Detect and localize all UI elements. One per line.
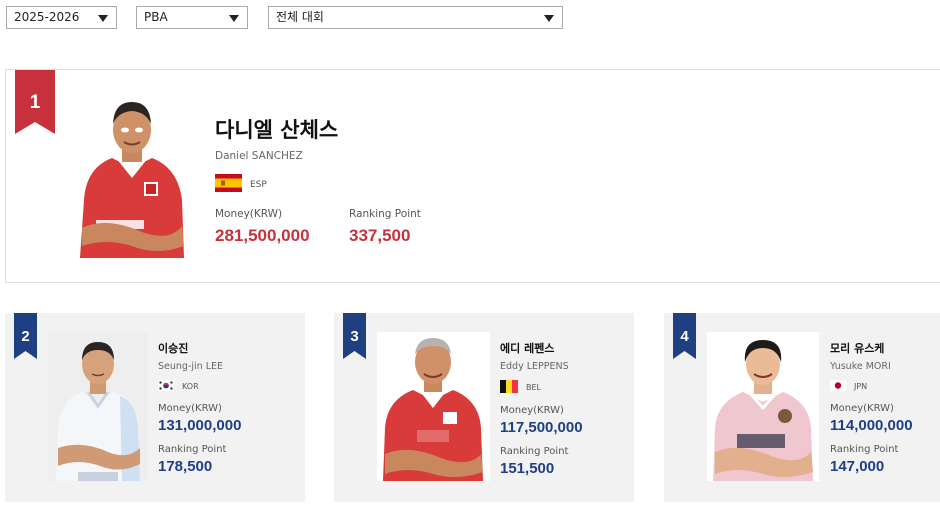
- points-label: Ranking Point: [158, 444, 227, 455]
- money-label: Money(KRW): [500, 405, 564, 416]
- country-code: ESP: [250, 179, 267, 190]
- player-info: 모리 유스케 Yusuke MORI JPN Money(KRW) 114,00…: [830, 340, 913, 475]
- points-value: 147,000: [830, 458, 885, 475]
- money-value: 131,000,000: [158, 417, 242, 434]
- money-label: Money(KRW): [215, 208, 283, 220]
- player-name-ko: 다니엘 산체스: [215, 118, 339, 142]
- season-select-value: 2025-2026: [14, 10, 80, 24]
- country-code: JPN: [854, 382, 868, 391]
- points-value: 151,500: [500, 460, 555, 477]
- player-info: 다니엘 산체스 Daniel SANCHEZ ESP Money(KRW) 28…: [215, 114, 483, 246]
- points-label: Ranking Point: [349, 208, 421, 220]
- player-name-en: Seung-jin LEE: [158, 361, 223, 372]
- league-select[interactable]: PBA: [136, 6, 248, 29]
- player-name-ko: 이승진: [158, 342, 189, 355]
- points-stat: Ranking Point 337,500: [349, 208, 483, 246]
- tournament-select-value: 전체 대회: [276, 10, 324, 24]
- money-value: 281,500,000: [215, 226, 310, 245]
- japan-flag-icon: [830, 380, 846, 393]
- chevron-down-icon: [229, 15, 239, 22]
- chevron-down-icon: [544, 15, 554, 22]
- country-code: BEL: [526, 383, 541, 392]
- rank-2-card[interactable]: 2 이승진 Seung-jin LEE KOR Money(KRW) 131,0…: [5, 313, 305, 502]
- player-photo: [48, 332, 148, 481]
- belgium-flag-icon: [500, 380, 518, 395]
- rank-1-card[interactable]: 1 다니엘 산체스 Daniel SANCHEZ ESP Money(KRW) …: [5, 69, 940, 283]
- rank-number: 3: [350, 328, 359, 345]
- player-photo: [76, 96, 188, 258]
- country-code: KOR: [182, 382, 199, 391]
- player-name-ko: 에디 레펜스: [500, 342, 555, 355]
- rank-4-card[interactable]: 4 모리 유스케 Yusuke MORI JPN Money(KRW) 114,…: [664, 313, 940, 502]
- rank-badge: 2: [14, 313, 37, 359]
- league-select-value: PBA: [144, 10, 168, 24]
- nationality: ESP: [215, 174, 483, 195]
- player-name-en: Yusuke MORI: [830, 361, 891, 372]
- player-photo: [707, 332, 819, 481]
- money-stat: Money(KRW) 281,500,000: [215, 208, 349, 246]
- player-info: 이승진 Seung-jin LEE KOR Money(KRW) 131,000…: [158, 340, 241, 475]
- rank-number: 2: [21, 328, 30, 345]
- korea-flag-icon: [158, 380, 174, 393]
- money-value: 114,000,000: [830, 417, 913, 434]
- player-name-ko: 모리 유스케: [830, 342, 885, 355]
- rank-badge: 3: [343, 313, 366, 359]
- spain-flag-icon: [215, 174, 242, 195]
- rank-number: 4: [680, 328, 689, 345]
- money-label: Money(KRW): [158, 403, 222, 414]
- money-value: 117,500,000: [500, 419, 583, 436]
- points-label: Ranking Point: [500, 446, 569, 457]
- rank-badge: 1: [15, 70, 55, 134]
- rank-3-card[interactable]: 3 에디 레펜스 Eddy LEPPENS BEL Money(KRW) 117…: [334, 313, 634, 502]
- chevron-down-icon: [98, 15, 108, 22]
- tournament-select[interactable]: 전체 대회: [268, 6, 563, 29]
- season-select[interactable]: 2025-2026: [6, 6, 117, 29]
- points-label: Ranking Point: [830, 444, 899, 455]
- nationality: KOR: [158, 380, 241, 393]
- nationality: BEL: [500, 380, 583, 395]
- points-value: 178,500: [158, 458, 213, 475]
- player-stats: Money(KRW) 281,500,000 Ranking Point 337…: [215, 208, 483, 246]
- player-name-en: Daniel SANCHEZ: [215, 150, 303, 162]
- player-name-en: Eddy LEPPENS: [500, 361, 569, 372]
- money-label: Money(KRW): [830, 403, 894, 414]
- player-photo: [377, 332, 490, 481]
- rank-number: 1: [29, 92, 41, 113]
- rank-badge: 4: [673, 313, 696, 359]
- points-value: 337,500: [349, 226, 411, 245]
- player-info: 에디 레펜스 Eddy LEPPENS BEL Money(KRW) 117,5…: [500, 340, 583, 477]
- nationality: JPN: [830, 380, 913, 393]
